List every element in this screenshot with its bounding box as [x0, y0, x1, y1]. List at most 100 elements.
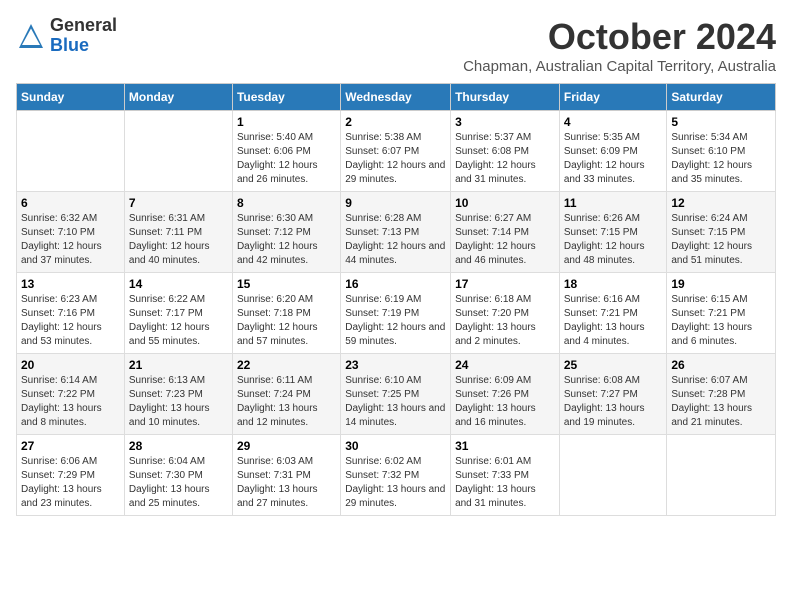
calendar-cell: 17Sunrise: 6:18 AM Sunset: 7:20 PM Dayli… [451, 273, 560, 354]
day-number: 11 [564, 196, 663, 210]
calendar-week-row: 13 Sunrise: 6:23 AM Sunset: 7:16 PM Dayli… [17, 273, 776, 354]
day-info: Sunrise: 6:30 AM Sunset: 7:12 PM Dayligh… [237, 212, 336, 268]
calendar-week-row: 27 Sunrise: 6:06 AM Sunset: 7:29 PM Dayli… [17, 435, 776, 516]
day-number: 10 [455, 196, 555, 210]
day-number: 4 [564, 115, 663, 129]
calendar-cell: 22 Sunrise: 6:11 AM Sunset: 7:24 PM Dayli… [232, 354, 340, 435]
calendar-cell [17, 111, 125, 192]
month-title: October 2024 [463, 16, 776, 58]
calendar-header-sunday: Sunday [17, 84, 125, 111]
day-number: 23 [345, 358, 446, 372]
calendar-cell: 20 Sunrise: 6:14 AM Sunset: 7:22 PM Dayli… [17, 354, 125, 435]
calendar-cell: 10Sunrise: 6:27 AM Sunset: 7:14 PM Dayli… [451, 192, 560, 273]
day-info: Sunrise: 6:03 AM Sunset: 7:31 PM Dayligh… [237, 455, 336, 511]
day-info: Sunrise: 5:34 AM Sunset: 6:10 PM Dayligh… [671, 131, 771, 187]
logo: General Blue [16, 16, 117, 56]
calendar-cell: 14Sunrise: 6:22 AM Sunset: 7:17 PM Dayli… [124, 273, 232, 354]
day-info: Sunrise: 5:40 AM Sunset: 6:06 PM Dayligh… [237, 131, 336, 187]
calendar-cell: 23 Sunrise: 6:10 AM Sunset: 7:25 PM Dayli… [341, 354, 451, 435]
day-info: Sunrise: 6:07 AM Sunset: 7:28 PM Dayligh… [671, 374, 771, 430]
calendar-header-tuesday: Tuesday [232, 84, 340, 111]
calendar-cell: 13 Sunrise: 6:23 AM Sunset: 7:16 PM Dayli… [17, 273, 125, 354]
day-number: 29 [237, 439, 336, 453]
calendar-cell: 19 Sunrise: 6:15 AM Sunset: 7:21 PM Dayli… [667, 273, 776, 354]
calendar-cell: 30 Sunrise: 6:02 AM Sunset: 7:32 PM Dayli… [341, 435, 451, 516]
day-number: 6 [21, 196, 120, 210]
calendar-cell: 5Sunrise: 5:34 AM Sunset: 6:10 PM Daylig… [667, 111, 776, 192]
day-number: 21 [129, 358, 228, 372]
calendar-cell: 6 Sunrise: 6:32 AM Sunset: 7:10 PM Daylig… [17, 192, 125, 273]
logo-general-text: General [50, 16, 117, 36]
calendar-header-wednesday: Wednesday [341, 84, 451, 111]
calendar-cell: 1 Sunrise: 5:40 AM Sunset: 6:06 PM Daylig… [232, 111, 340, 192]
calendar-cell: 26 Sunrise: 6:07 AM Sunset: 7:28 PM Dayli… [667, 354, 776, 435]
day-info: Sunrise: 6:06 AM Sunset: 7:29 PM Dayligh… [21, 455, 120, 511]
day-info: Sunrise: 6:23 AM Sunset: 7:16 PM Dayligh… [21, 293, 120, 349]
day-number: 24 [455, 358, 555, 372]
day-info: Sunrise: 6:08 AM Sunset: 7:27 PM Dayligh… [564, 374, 663, 430]
day-info: Sunrise: 6:19 AM Sunset: 7:19 PM Dayligh… [345, 293, 446, 349]
day-number: 13 [21, 277, 120, 291]
calendar-cell: 2 Sunrise: 5:38 AM Sunset: 6:07 PM Daylig… [341, 111, 451, 192]
day-number: 26 [671, 358, 771, 372]
calendar-cell: 15 Sunrise: 6:20 AM Sunset: 7:18 PM Dayli… [232, 273, 340, 354]
calendar-cell: 28Sunrise: 6:04 AM Sunset: 7:30 PM Dayli… [124, 435, 232, 516]
calendar-header-row: SundayMondayTuesdayWednesdayThursdayFrid… [17, 84, 776, 111]
location-title: Chapman, Australian Capital Territory, A… [463, 58, 776, 75]
day-number: 25 [564, 358, 663, 372]
calendar-cell: 25 Sunrise: 6:08 AM Sunset: 7:27 PM Dayli… [559, 354, 667, 435]
day-info: Sunrise: 6:22 AM Sunset: 7:17 PM Dayligh… [129, 293, 228, 349]
day-number: 15 [237, 277, 336, 291]
day-number: 31 [455, 439, 555, 453]
day-info: Sunrise: 5:35 AM Sunset: 6:09 PM Dayligh… [564, 131, 663, 187]
day-number: 3 [455, 115, 555, 129]
day-info: Sunrise: 6:11 AM Sunset: 7:24 PM Dayligh… [237, 374, 336, 430]
calendar-cell: 9 Sunrise: 6:28 AM Sunset: 7:13 PM Daylig… [341, 192, 451, 273]
day-info: Sunrise: 6:01 AM Sunset: 7:33 PM Dayligh… [455, 455, 555, 511]
day-info: Sunrise: 6:15 AM Sunset: 7:21 PM Dayligh… [671, 293, 771, 349]
calendar-week-row: 6 Sunrise: 6:32 AM Sunset: 7:10 PM Daylig… [17, 192, 776, 273]
day-number: 30 [345, 439, 446, 453]
day-info: Sunrise: 6:28 AM Sunset: 7:13 PM Dayligh… [345, 212, 446, 268]
day-number: 22 [237, 358, 336, 372]
day-number: 18 [564, 277, 663, 291]
calendar-table: SundayMondayTuesdayWednesdayThursdayFrid… [16, 83, 776, 516]
day-number: 27 [21, 439, 120, 453]
day-info: Sunrise: 6:14 AM Sunset: 7:22 PM Dayligh… [21, 374, 120, 430]
day-info: Sunrise: 6:13 AM Sunset: 7:23 PM Dayligh… [129, 374, 228, 430]
header: General Blue October 2024 Chapman, Austr… [16, 16, 776, 75]
day-number: 7 [129, 196, 228, 210]
calendar-cell: 21 Sunrise: 6:13 AM Sunset: 7:23 PM Dayli… [124, 354, 232, 435]
day-info: Sunrise: 6:26 AM Sunset: 7:15 PM Dayligh… [564, 212, 663, 268]
calendar-cell: 16 Sunrise: 6:19 AM Sunset: 7:19 PM Dayli… [341, 273, 451, 354]
day-info: Sunrise: 5:38 AM Sunset: 6:07 PM Dayligh… [345, 131, 446, 187]
day-info: Sunrise: 6:09 AM Sunset: 7:26 PM Dayligh… [455, 374, 555, 430]
calendar-cell [124, 111, 232, 192]
calendar-cell: 24 Sunrise: 6:09 AM Sunset: 7:26 PM Dayli… [451, 354, 560, 435]
day-info: Sunrise: 6:10 AM Sunset: 7:25 PM Dayligh… [345, 374, 446, 430]
title-section: October 2024 Chapman, Australian Capital… [463, 16, 776, 75]
day-info: Sunrise: 6:20 AM Sunset: 7:18 PM Dayligh… [237, 293, 336, 349]
calendar-cell: 31 Sunrise: 6:01 AM Sunset: 7:33 PM Dayli… [451, 435, 560, 516]
day-info: Sunrise: 6:02 AM Sunset: 7:32 PM Dayligh… [345, 455, 446, 511]
calendar-cell: 11 Sunrise: 6:26 AM Sunset: 7:15 PM Dayli… [559, 192, 667, 273]
day-number: 19 [671, 277, 771, 291]
logo-text: General Blue [50, 16, 117, 56]
day-info: Sunrise: 5:37 AM Sunset: 6:08 PM Dayligh… [455, 131, 555, 187]
calendar-header-thursday: Thursday [451, 84, 560, 111]
day-info: Sunrise: 6:31 AM Sunset: 7:11 PM Dayligh… [129, 212, 228, 268]
calendar-week-row: 20 Sunrise: 6:14 AM Sunset: 7:22 PM Dayli… [17, 354, 776, 435]
day-info: Sunrise: 6:32 AM Sunset: 7:10 PM Dayligh… [21, 212, 120, 268]
day-number: 8 [237, 196, 336, 210]
day-number: 20 [21, 358, 120, 372]
day-number: 9 [345, 196, 446, 210]
day-number: 1 [237, 115, 336, 129]
calendar-header-monday: Monday [124, 84, 232, 111]
calendar-cell: 7 Sunrise: 6:31 AM Sunset: 7:11 PM Daylig… [124, 192, 232, 273]
calendar-cell: 18Sunrise: 6:16 AM Sunset: 7:21 PM Dayli… [559, 273, 667, 354]
day-number: 16 [345, 277, 446, 291]
day-number: 2 [345, 115, 446, 129]
logo-blue-text: Blue [50, 36, 117, 56]
calendar-week-row: 1 Sunrise: 5:40 AM Sunset: 6:06 PM Daylig… [17, 111, 776, 192]
calendar-cell: 29 Sunrise: 6:03 AM Sunset: 7:31 PM Dayli… [232, 435, 340, 516]
